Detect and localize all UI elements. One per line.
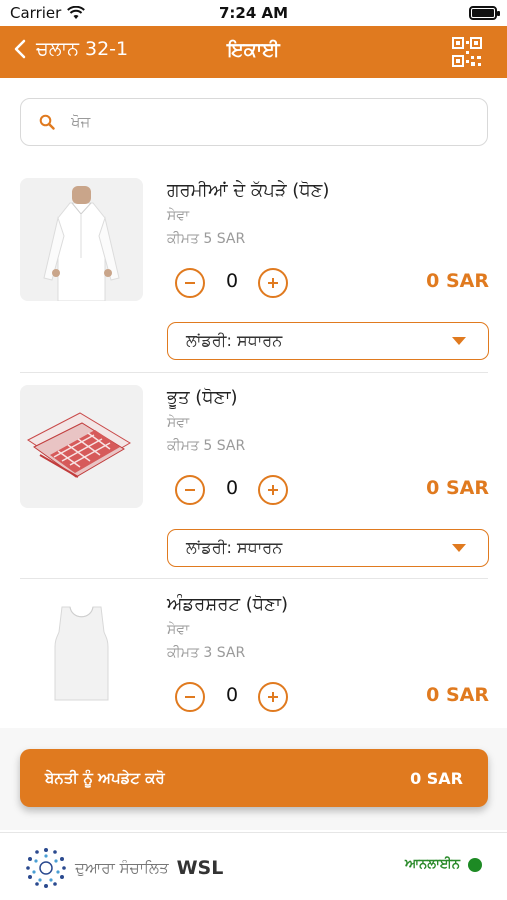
item-price: ਕੀਮਤ 5 SAR — [167, 438, 246, 454]
item-total: 0 SAR — [426, 477, 489, 499]
clock: 7:24 AM — [218, 4, 289, 22]
increment-button[interactable] — [258, 682, 288, 712]
connection-status: ਆਨਲਾਈਨ — [405, 857, 482, 872]
item-name: ਅੰਡਰਸ਼ਰਟ (ਧੋਣਾ) — [167, 594, 288, 615]
increment-button[interactable] — [258, 268, 288, 298]
item-name: ਭੂਤ (ਧੋਣਾ) — [167, 387, 238, 408]
online-dot-icon — [468, 857, 482, 872]
list-item: ਭੂਤ (ਧੋਣਾ) ਸੇਵਾ ਕੀਮਤ 5 SAR 0 0 SAR ਲਾਂਡਰ… — [0, 385, 507, 585]
minus-icon — [185, 489, 195, 491]
item-image — [20, 385, 143, 508]
service-type-dropdown[interactable]: ਲਾਂਡਰੀ: ਸਧਾਰਨ — [167, 529, 489, 567]
divider — [20, 578, 488, 579]
service-type-dropdown[interactable]: ਲਾਂਡਰੀ: ਸਧਾਰਨ — [167, 322, 489, 360]
service-type-value: ਲਾਂਡਰੀ: ਸਧਾਰਨ — [186, 331, 283, 350]
item-type: ਸੇਵਾ — [167, 622, 190, 638]
list-item: ਅੰਡਰਸ਼ਰਟ (ਧੋਣਾ) ਸੇਵਾ ਕੀਮਤ 3 SAR 0 0 SAR — [0, 592, 507, 722]
item-name: ਗਰਮੀਆਂ ਦੇ ਕੱਪੜੇ (ਧੋਣ) — [167, 180, 330, 201]
update-request-button[interactable]: ਬੇਨਤੀ ਨੂੰ ਅਪਡੇਟ ਕਰੋ 0 SAR — [20, 749, 488, 807]
item-image — [20, 178, 143, 301]
decrement-button[interactable] — [175, 268, 205, 298]
plus-icon — [268, 692, 278, 702]
list-item: ਗਰਮੀਆਂ ਦੇ ਕੱਪੜੇ (ਧੋਣ) ਸੇਵਾ ਕੀਮਤ 5 SAR 0 … — [0, 178, 507, 378]
search-icon — [39, 114, 55, 130]
wsl-logo-icon — [26, 848, 66, 888]
quantity-value: 0 — [225, 684, 239, 706]
dropdown-caret-icon — [452, 337, 466, 345]
decrement-button[interactable] — [175, 682, 205, 712]
search-field[interactable] — [20, 98, 488, 146]
search-input[interactable] — [71, 113, 451, 131]
quantity-value: 0 — [225, 477, 239, 499]
minus-icon — [185, 282, 195, 284]
plus-icon — [268, 278, 278, 288]
back-button[interactable]: ਚਲਾਨ 32-1 — [14, 38, 128, 60]
brand-name: WSL — [176, 857, 224, 879]
plus-icon — [268, 485, 278, 495]
item-type: ਸੇਵਾ — [167, 415, 190, 431]
nav-bar: ਚਲਾਨ 32-1 ਇਕਾਈ — [0, 26, 507, 78]
status-label: ਆਨਲਾਈਨ — [405, 857, 460, 872]
item-total: 0 SAR — [426, 270, 489, 292]
minus-icon — [185, 696, 195, 698]
battery-icon — [469, 6, 500, 20]
item-type: ਸੇਵਾ — [167, 208, 190, 224]
dropdown-caret-icon — [452, 544, 466, 552]
powered-by: ਦੁਆਰਾ ਸੰਚਾਲਿਤ WSL — [25, 847, 223, 889]
chevron-left-icon — [14, 39, 26, 59]
update-request-label: ਬੇਨਤੀ ਨੂੰ ਅਪਡੇਟ ਕਰੋ — [45, 769, 165, 787]
shemagh-image — [20, 385, 143, 508]
item-price: ਕੀਮਤ 3 SAR — [167, 645, 246, 661]
powered-by-label: ਦੁਆਰਾ ਸੰਚਾਲਿਤ — [75, 859, 169, 877]
item-price: ਕੀਮਤ 5 SAR — [167, 231, 246, 247]
thobe-image — [20, 178, 143, 301]
item-total: 0 SAR — [426, 684, 489, 706]
quantity-value: 0 — [225, 270, 239, 292]
service-type-value: ਲਾਂਡਰੀ: ਸਧਾਰਨ — [186, 538, 283, 557]
divider — [20, 372, 488, 373]
undershirt-image — [20, 592, 143, 715]
qr-code-icon[interactable] — [451, 36, 483, 68]
bottom-bar: ਦੁਆਰਾ ਸੰਚਾਲਿਤ WSL ਆਨਲਾਈਨ — [0, 832, 507, 900]
status-bar: Carrier 7:24 AM — [0, 0, 507, 26]
request-total: 0 SAR — [410, 768, 463, 788]
increment-button[interactable] — [258, 475, 288, 505]
back-label: ਚਲਾਨ 32-1 — [36, 38, 129, 60]
decrement-button[interactable] — [175, 475, 205, 505]
item-image — [20, 592, 143, 715]
